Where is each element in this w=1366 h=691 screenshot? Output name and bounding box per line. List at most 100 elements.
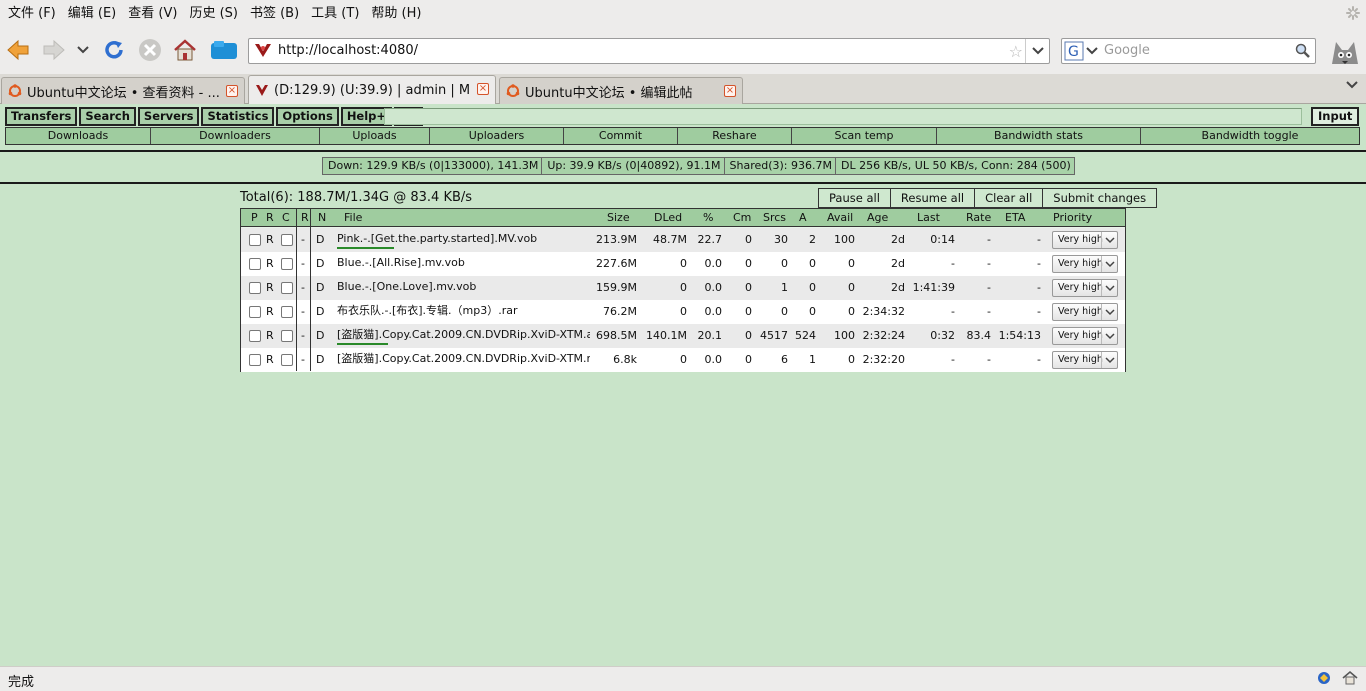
pause-all-button[interactable]: Pause all: [819, 189, 891, 207]
priority-select[interactable]: Very high: [1052, 303, 1118, 321]
priority-select[interactable]: Very high: [1052, 327, 1118, 345]
menu-history[interactable]: 历史 (S): [183, 0, 244, 28]
addon-icon[interactable]: [1316, 670, 1332, 686]
submit-changes-button[interactable]: Submit changes: [1043, 189, 1156, 207]
cancel-checkbox[interactable]: [281, 330, 293, 342]
col-dled[interactable]: DLed: [654, 209, 682, 226]
cell-dash: -: [301, 281, 305, 294]
url-text[interactable]: http://localhost:4080/: [278, 43, 418, 58]
cell-r[interactable]: R: [266, 276, 276, 300]
pause-checkbox[interactable]: [249, 306, 261, 318]
tab-mldonkey[interactable]: (D:129.9) (U:39.9) | admin | M... ×: [248, 75, 496, 105]
transfers-button[interactable]: Transfers: [5, 107, 78, 126]
priority-label: Very high: [1058, 306, 1103, 317]
cell-r[interactable]: R: [266, 348, 276, 372]
col-a[interactable]: A: [799, 209, 807, 226]
cell-r[interactable]: R: [266, 324, 276, 348]
cancel-checkbox[interactable]: [281, 258, 293, 270]
sub-nav-downloaders[interactable]: Downloaders: [151, 128, 320, 144]
menu-help[interactable]: 帮助 (H): [365, 0, 427, 28]
cell-r[interactable]: R: [266, 252, 276, 276]
col-eta[interactable]: ETA: [1005, 209, 1025, 226]
menu-view[interactable]: 查看 (V): [122, 0, 183, 28]
sub-nav-bandwidth-stats[interactable]: Bandwidth stats: [937, 128, 1141, 144]
command-input[interactable]: [384, 108, 1302, 125]
url-dropdown-button[interactable]: [1025, 39, 1049, 63]
col-avail[interactable]: Avail: [827, 209, 853, 226]
priority-select[interactable]: Very high: [1052, 351, 1118, 369]
close-tab-icon[interactable]: ×: [477, 83, 489, 95]
menu-edit[interactable]: 编辑 (E): [62, 0, 123, 28]
priority-select[interactable]: Very high: [1052, 255, 1118, 273]
file-name-link[interactable]: [盗版猫].Copy.Cat.2009.CN.DVDRip.XviD-XTM.n…: [337, 348, 590, 372]
col-n[interactable]: N: [318, 209, 326, 226]
menu-bookmarks[interactable]: 书签 (B): [244, 0, 305, 28]
sub-nav-uploads[interactable]: Uploads: [320, 128, 430, 144]
home-button[interactable]: [171, 36, 199, 64]
menu-tools[interactable]: 工具 (T): [305, 0, 365, 28]
resume-all-button[interactable]: Resume all: [891, 189, 976, 207]
sub-nav-uploaders[interactable]: Uploaders: [430, 128, 564, 144]
options-button[interactable]: Options: [276, 107, 339, 126]
col-srcs[interactable]: Srcs: [763, 209, 786, 226]
menu-file[interactable]: 文件 (F): [2, 0, 62, 28]
pause-checkbox[interactable]: [249, 282, 261, 294]
close-tab-icon[interactable]: ×: [226, 85, 238, 97]
file-name-link[interactable]: Blue.-.[One.Love].mv.vob: [337, 276, 590, 300]
cell-avail: 0: [848, 305, 855, 318]
sub-nav-commit[interactable]: Commit: [564, 128, 678, 144]
file-name-link[interactable]: 布衣乐队.-.[布衣].专辑.（mp3）.rar: [337, 300, 590, 324]
forward-button[interactable]: [40, 36, 68, 64]
col-c[interactable]: C: [282, 209, 290, 226]
col-cm[interactable]: Cm: [733, 209, 751, 226]
url-bar[interactable]: http://localhost:4080/ ☆: [248, 38, 1050, 64]
col-file[interactable]: File: [344, 209, 362, 226]
col-rate[interactable]: Rate: [966, 209, 991, 226]
col-pct[interactable]: %: [703, 209, 713, 226]
pause-checkbox[interactable]: [249, 234, 261, 246]
stop-button[interactable]: [136, 36, 164, 64]
pause-checkbox[interactable]: [249, 330, 261, 342]
cell-r[interactable]: R: [266, 228, 276, 252]
tab-ubuntu-edit[interactable]: Ubuntu中文论坛 • 编辑此帖 ×: [499, 77, 743, 104]
cell-r[interactable]: R: [266, 300, 276, 324]
col-p[interactable]: P: [251, 209, 258, 226]
col-r2[interactable]: R: [301, 209, 309, 226]
back-button[interactable]: [4, 36, 32, 64]
servers-button[interactable]: Servers: [137, 107, 200, 126]
search-icon[interactable]: [1295, 43, 1311, 59]
col-r[interactable]: R: [266, 209, 274, 226]
priority-select[interactable]: Very high: [1052, 279, 1118, 297]
cancel-checkbox[interactable]: [281, 282, 293, 294]
sub-nav-reshare[interactable]: Reshare: [678, 128, 792, 144]
history-dropdown[interactable]: [72, 36, 94, 64]
input-button[interactable]: Input: [1311, 107, 1360, 126]
close-tab-icon[interactable]: ×: [724, 85, 736, 97]
tab-ubuntu-profile[interactable]: Ubuntu中文论坛 • 查看资料 - ... ×: [1, 77, 245, 104]
cancel-checkbox[interactable]: [281, 354, 293, 366]
pause-checkbox[interactable]: [249, 354, 261, 366]
clear-all-button[interactable]: Clear all: [975, 189, 1044, 207]
pause-checkbox[interactable]: [249, 258, 261, 270]
sub-nav-bandwidth-toggle[interactable]: Bandwidth toggle: [1141, 128, 1359, 144]
reload-button[interactable]: [100, 36, 128, 64]
col-age[interactable]: Age: [867, 209, 888, 226]
file-name-link[interactable]: Blue.-.[All.Rise].mv.vob: [337, 252, 590, 276]
col-last[interactable]: Last: [917, 209, 940, 226]
search-engine-button[interactable]: G: [1064, 41, 1100, 61]
cancel-checkbox[interactable]: [281, 306, 293, 318]
col-priority[interactable]: Priority: [1053, 209, 1092, 226]
sub-nav-scan-temp[interactable]: Scan temp: [792, 128, 937, 144]
bookmark-star-icon[interactable]: ☆: [1009, 42, 1023, 61]
sidebar-button[interactable]: [208, 36, 240, 64]
search-placeholder: Google: [1104, 43, 1150, 58]
search-button[interactable]: Search: [79, 107, 136, 126]
tab-list-chevron-icon[interactable]: [1346, 80, 1358, 90]
search-bar[interactable]: G Google: [1061, 38, 1316, 64]
statistics-button[interactable]: Statistics: [201, 107, 275, 126]
col-size[interactable]: Size: [607, 209, 630, 226]
home-status-icon[interactable]: [1342, 670, 1358, 686]
cancel-checkbox[interactable]: [281, 234, 293, 246]
priority-select[interactable]: Very high: [1052, 231, 1118, 249]
sub-nav-downloads[interactable]: Downloads: [6, 128, 151, 144]
